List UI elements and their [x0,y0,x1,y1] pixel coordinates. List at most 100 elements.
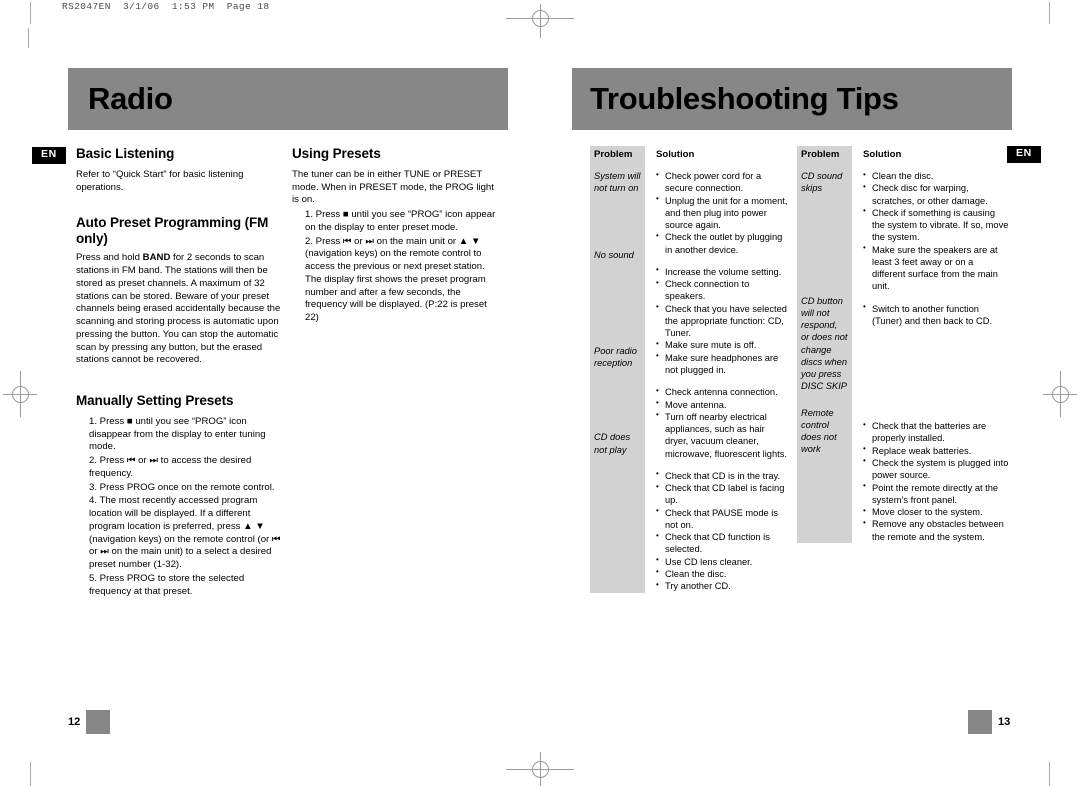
solution-item: Try another CD. [656,580,790,592]
auto-preset-band-bold: BAND [142,252,171,264]
page-number-right-value: 13 [998,716,1011,728]
printer-header-line: RS2047EN 3/1/06 1:53 PM Page 18 [62,1,270,12]
solution-group: Check antenna connection. Move antenna. … [656,386,790,460]
auto-preset-text-1: Press and hold [76,252,143,264]
problem-label: No sound [594,249,634,260]
solution-item: Check power cord for a secure connection… [656,170,790,195]
solution-item: Check that the batteries are properly in… [863,420,1009,445]
trim-line-tl-v [30,2,31,24]
solution-group: Increase the volume setting. Check conne… [656,265,790,377]
solution-item: Check that CD is in the tray. [656,469,790,482]
trim-line-br-v [1049,762,1050,786]
step-item: 1. Press ■ until you see “PROG” icon app… [305,209,496,233]
heading-basic-listening: Basic Listening [76,146,175,161]
left-column-a: Basic Listening Refer to “Quick Start” f… [76,146,284,599]
troubleshooting-table-2: Problem Solution CD sound skips CD butto… [797,146,1009,543]
solution-item: Check that you have selected the appropr… [656,302,790,340]
problem-label: CD sound skips [801,171,843,194]
solution-item: Point the remote directly at the system’… [863,481,1009,507]
solution-item: Check antenna connection. [656,386,790,398]
registration-mark-right [1043,371,1077,417]
solution-item: Check that CD label is facing up. [656,482,790,507]
right-page-title: Troubleshooting Tips [590,81,899,116]
right-page-banner: Troubleshooting Tips [572,68,1012,130]
table-2-problem-header: Problem [797,146,852,164]
solution-item: Check connection to speakers. [656,278,790,303]
left-page: Radio [68,68,508,130]
solution-group: Clean the disc. Check disc for warping, … [863,169,1009,293]
solution-item: Switch to another function (Tuner) and t… [863,302,1009,328]
problem-label: System will not turn on [594,171,641,194]
solution-item: Make sure the speakers are at least 3 fe… [863,243,1009,293]
page-number-right-square [968,710,992,734]
left-page-title: Radio [88,81,173,116]
document-page: RS2047EN 3/1/06 1:53 PM Page 18 Radio EN [0,0,1080,788]
solution-item: Move closer to the system. [863,506,1009,518]
step-item: 2. Press ⏮ or ⏭ to access the desired fr… [89,455,252,479]
heading-manually-setting-presets: Manually Setting Presets [76,393,234,409]
table-2-solution-header: Solution [863,149,902,160]
right-page: Troubleshooting Tips [572,68,1012,130]
table-2-header-row: Problem Solution [797,146,1009,164]
page-number-right: 13 [968,710,1010,734]
solution-item: Check if something is causing the system… [863,206,1009,244]
problem-label: CD does not play [594,432,631,455]
solution-item: Check that PAUSE mode is not on. [656,506,790,532]
solution-item: Make sure headphones are not plugged in. [656,351,790,377]
registration-mark-bottom-center [506,752,574,786]
table-1-problem-header: Problem [590,146,645,164]
solution-item: Replace weak batteries. [863,444,1009,457]
problem-label: Poor radio reception [594,345,637,369]
table-1-solution-column: Check power cord for a secure connection… [645,164,790,593]
table-2-problem-column: CD sound skips CD button will not respon… [797,164,852,543]
language-badge-right: EN [1007,146,1041,163]
table-2-body: CD sound skips CD button will not respon… [797,164,1009,543]
solution-item: Check the outlet by plugging in another … [656,231,790,256]
solution-item: Make sure mute is off. [656,339,790,351]
solution-item: Use CD lens cleaner. [656,555,790,568]
step-item: 4. The most recently accessed program lo… [89,495,281,571]
table-1-problem-column: System will not turn on No sound Poor ra… [590,164,645,593]
language-badge-left: EN [32,147,66,164]
using-presets-steps: 1. Press ■ until you see “PROG” icon app… [292,209,502,325]
solution-item: Unplug the unit for a moment, and then p… [656,194,790,232]
paragraph-basic-listening: Refer to “Quick Start” for basic listeni… [76,168,244,193]
solution-item: Clean the disc. [863,169,1009,182]
step-item: 1. Press ■ until you see “PROG” icon dis… [89,415,266,453]
registration-mark-top-center [506,4,574,38]
left-column-b: Using Presets The tuner can be in either… [292,146,502,326]
solution-item: Check that CD function is selected. [656,531,790,556]
step-item: 2. Press ⏮ or ⏭ on the main unit or ▲ ▼ … [305,235,487,324]
solution-item: Move antenna. [656,398,790,411]
problem-label: CD button will not respond, or does not … [801,295,848,392]
table-2-solution-column: Clean the disc. Check disc for warping, … [852,164,1009,543]
solution-item: Turn off nearby electrical appliances, s… [656,410,790,460]
registration-mark-left [3,371,37,417]
auto-preset-text-2: for 2 seconds to scan stations in FM ban… [76,252,281,366]
step-item: 3. Press PROG once on the remote control… [89,481,275,493]
heading-using-presets: Using Presets [292,146,381,161]
heading-auto-preset-text: Auto Preset Programming (FM only) [76,215,269,247]
troubleshooting-table-1: Problem Solution System will not turn on… [590,146,790,593]
solution-item: Check disc for warping, scratches, or ot… [863,182,1009,207]
solution-item: Increase the volume setting. [656,265,790,278]
page-number-left-square [86,710,111,734]
paragraph-using-presets: The tuner can be in either TUNE or PRESE… [292,168,494,206]
solution-group: Check that CD is in the tray. Check that… [656,469,790,593]
trim-line-bl-v [30,762,31,786]
table-1-header-row: Problem Solution [590,146,790,164]
left-page-banner: Radio [68,68,508,130]
heading-auto-preset-programming: Auto Preset Programming (FM only) [76,215,284,247]
manually-setting-presets-steps: 1. Press ■ until you see “PROG” icon dis… [76,416,284,599]
page-number-left: 12 [68,710,111,734]
solution-group: Check that the batteries are properly in… [863,420,1009,543]
table-1-solution-header: Solution [656,149,695,160]
problem-label: Remote control does not work [801,407,837,455]
trim-line-tr-v [1049,2,1050,24]
solution-group: Check power cord for a secure connection… [656,170,790,256]
solution-item: Remove any obstacles between the remote … [863,518,1009,543]
solution-item: Check the system is plugged into power s… [863,456,1009,482]
solution-group: Switch to another function (Tuner) and t… [863,302,1009,328]
